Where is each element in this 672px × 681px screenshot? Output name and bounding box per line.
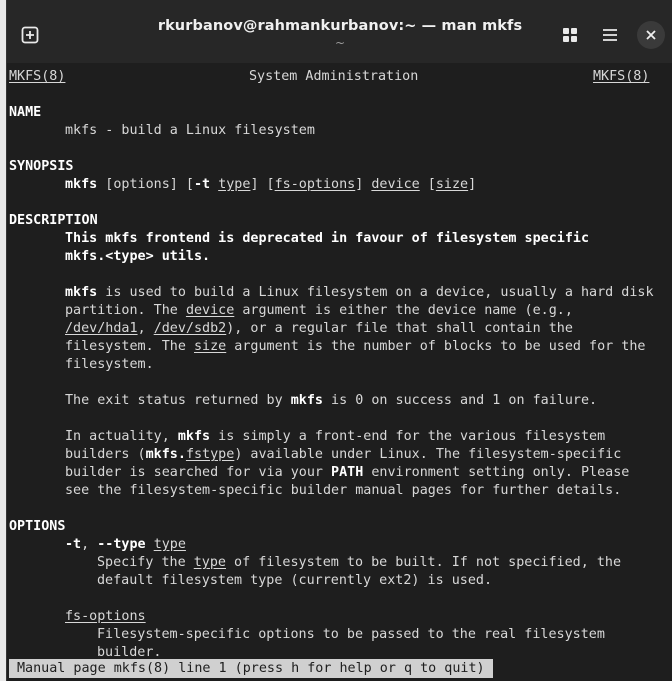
close-button[interactable] — [637, 21, 665, 49]
name-text: mkfs - build a Linux filesystem — [65, 123, 315, 138]
desc-p1-line-3: /dev/hda1, /dev/sdb2), or a regular file… — [65, 321, 573, 336]
desc-p3-line-2: builders (mkfs.fstype) available under L… — [65, 447, 622, 462]
desc-p3-line-3: builder is searched for via your PATH en… — [65, 465, 630, 480]
deprecation-line-1: This mkfs frontend is deprecated in favo… — [65, 231, 590, 246]
header-left-text: MKFS(8) — [9, 69, 66, 84]
option-type-term: -t, --type type — [65, 537, 186, 552]
terminal-content[interactable]: MKFS(8) System Administration MKFS(8) NAME… — [9, 63, 672, 681]
synopsis-heading: SYNOPSIS — [9, 159, 74, 174]
option-fsopts-term: fs-options — [65, 609, 146, 624]
synopsis-line: mkfs [options] [-t type] [fs-options] de… — [65, 177, 477, 192]
desc-p1-line-2: partition. The device argument is either… — [65, 303, 573, 318]
option-fsopts-desc-1: Filesystem-specific options to be passed… — [97, 627, 605, 642]
pager-status-bar: Manual page mkfs(8) line 1 (press h for … — [9, 659, 493, 678]
title-bar: rkurbanov@rahmankurbanov:~ — man mkfs ~ — [7, 0, 672, 63]
desc-p1-line-5: filesystem. — [65, 357, 154, 372]
name-heading: NAME — [9, 105, 42, 120]
header-right: MKFS(8) — [593, 68, 649, 86]
option-type-desc-1: Specify the type of filesystem to be bui… — [97, 555, 622, 570]
header-center: System Administration — [249, 69, 419, 84]
close-icon — [646, 30, 656, 40]
desc-p1-line-4: filesystem. The size argument is the num… — [65, 339, 646, 354]
hamburger-menu-icon — [602, 28, 618, 42]
man-header: MKFS(8) System Administration MKFS(8) — [9, 68, 663, 86]
grid-icon — [562, 27, 578, 43]
desc-p2-line: The exit status returned by mkfs is 0 on… — [65, 393, 598, 408]
option-type-desc-2: default filesystem type (currently ext2)… — [97, 573, 493, 588]
desc-p3-line-1: In actuality, mkfs is simply a front-end… — [65, 429, 606, 444]
description-heading: DESCRIPTION — [9, 213, 98, 228]
options-heading: OPTIONS — [9, 519, 66, 534]
desc-p1-line-1: mkfs is used to build a Linux filesystem… — [65, 285, 654, 300]
deprecation-line-2: mkfs.<type> utils. — [65, 249, 211, 264]
overview-button[interactable] — [553, 18, 587, 52]
header-left: MKFS(8) — [9, 68, 65, 86]
menu-button[interactable] — [593, 18, 627, 52]
desc-p3-line-4: see the filesystem-specific builder manu… — [65, 483, 622, 498]
header-right-text: MKFS(8) — [593, 69, 650, 84]
